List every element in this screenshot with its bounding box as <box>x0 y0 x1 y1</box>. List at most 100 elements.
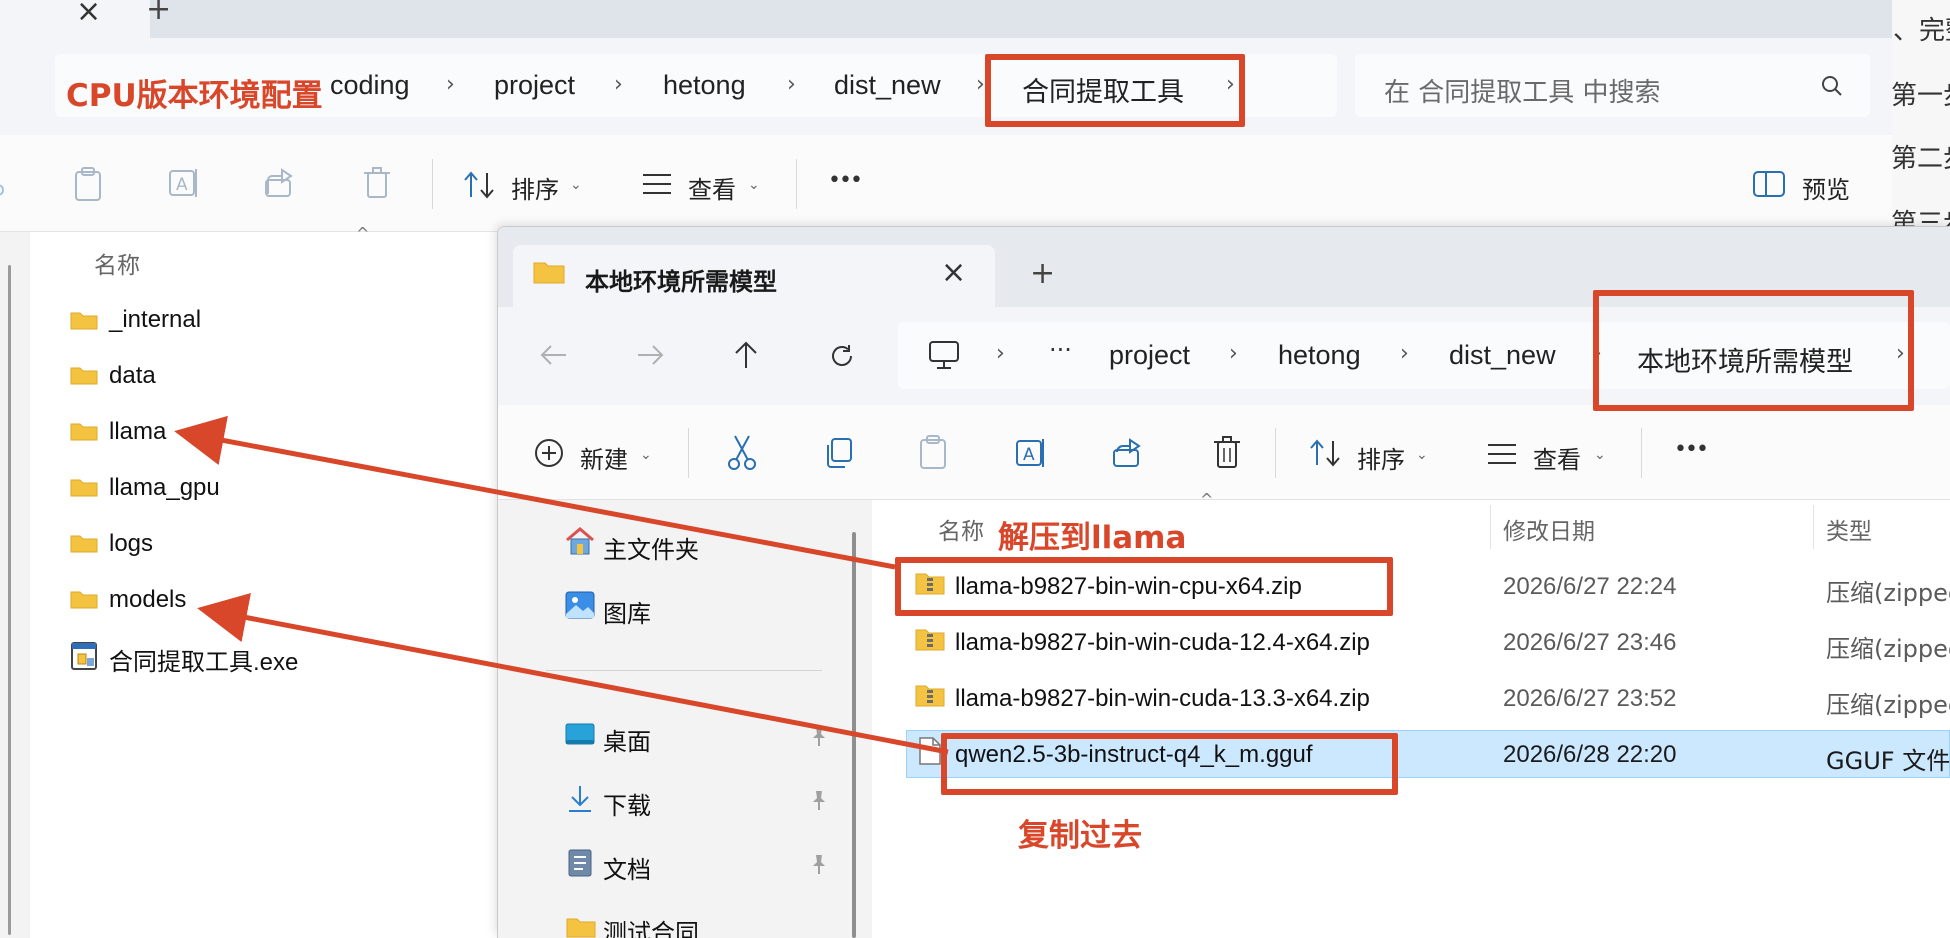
chevron-right-icon: › <box>787 72 796 97</box>
sort-ascending-icon: ^ <box>356 224 370 243</box>
folder-icon <box>70 367 98 385</box>
front-sort-button[interactable]: 排序 <box>1357 440 1405 475</box>
paste-icon[interactable] <box>917 434 949 470</box>
svg-text:A: A <box>1023 445 1035 465</box>
column-header-type[interactable]: 类型 <box>1826 512 1872 546</box>
background-doc-line: 、完整 <box>1893 16 1950 46</box>
back-breadcrumb-hetong[interactable]: hetong <box>663 70 746 101</box>
back-item-llama-gpu[interactable]: llama_gpu <box>109 474 220 502</box>
folder-icon <box>70 535 98 553</box>
paste-icon[interactable] <box>72 166 104 202</box>
back-search-placeholder: 在 合同提取工具 中搜索 <box>1384 78 1661 108</box>
new-plus-icon <box>535 439 563 467</box>
breadcrumb-ellipsis-button[interactable]: ··· <box>1049 336 1072 364</box>
file-date: 2026/6/27 22:24 <box>1503 573 1677 600</box>
sort-ascending-icon: ^ <box>1200 490 1214 509</box>
file-type: 压缩(zipped <box>1826 579 1950 607</box>
file-name[interactable]: llama-b9827-bin-win-cuda-13.3-x64.zip <box>955 685 1370 713</box>
nav-item-documents[interactable]: 文档 <box>603 850 651 885</box>
pin-icon[interactable] <box>809 789 829 811</box>
back-view-button[interactable]: 查看 <box>688 170 736 205</box>
chevron-right-icon: › <box>996 341 1005 366</box>
back-active-tab[interactable] <box>0 0 150 38</box>
back-tab-strip <box>0 0 1892 38</box>
chevron-right-icon: › <box>614 72 623 97</box>
annotation-box-current-folder <box>985 54 1245 127</box>
preview-pane-icon <box>1753 171 1785 197</box>
svg-text:A: A <box>176 175 188 195</box>
back-new-tab-button[interactable]: + <box>146 0 171 27</box>
chevron-down-icon: ⌄ <box>748 177 760 193</box>
cut-icon[interactable] <box>726 434 758 472</box>
back-breadcrumb-coding[interactable]: coding <box>330 70 410 101</box>
delete-icon[interactable] <box>1212 434 1242 470</box>
share-icon[interactable] <box>263 166 297 200</box>
back-item-data[interactable]: data <box>109 362 156 390</box>
folder-icon <box>566 918 596 938</box>
column-header-name[interactable]: 名称 <box>938 512 984 546</box>
back-item-logs[interactable]: logs <box>109 530 153 558</box>
annotation-title: CPU版本环境配置 <box>66 78 323 114</box>
cut-icon[interactable] <box>0 168 12 198</box>
nav-item-gallery[interactable]: 图库 <box>603 594 651 629</box>
back-item-exe[interactable]: 合同提取工具.exe <box>109 642 298 677</box>
toolbar-separator <box>1275 428 1276 478</box>
front-more-options-button[interactable]: ••• <box>1674 437 1709 462</box>
back-arrow-icon[interactable] <box>540 343 568 367</box>
toolbar-separator <box>432 159 433 209</box>
rename-icon[interactable]: A <box>167 166 201 200</box>
column-header-date[interactable]: 修改日期 <box>1503 512 1595 546</box>
home-icon <box>566 527 594 555</box>
back-item-models[interactable]: models <box>109 586 186 614</box>
up-arrow-icon[interactable] <box>733 340 759 370</box>
documents-icon <box>568 849 592 877</box>
back-tab-close-icon[interactable]: × <box>76 0 101 29</box>
chevron-right-icon: › <box>1400 341 1409 366</box>
folder-icon <box>533 262 565 284</box>
annotation-box-model-folder <box>1593 290 1914 411</box>
nav-item-test-contracts[interactable]: 测试合同 <box>603 913 699 938</box>
forward-arrow-icon[interactable] <box>636 343 664 367</box>
front-new-tab-button[interactable]: + <box>1030 256 1055 291</box>
pin-icon[interactable] <box>809 725 829 747</box>
refresh-icon[interactable] <box>828 342 856 370</box>
front-nav-scrollbar[interactable] <box>852 532 856 938</box>
nav-item-desktop[interactable]: 桌面 <box>603 722 651 757</box>
column-separator[interactable] <box>1490 505 1491 549</box>
front-view-button[interactable]: 查看 <box>1533 440 1581 475</box>
pin-icon[interactable] <box>809 853 829 875</box>
share-icon[interactable] <box>1111 436 1145 470</box>
column-separator[interactable] <box>1813 505 1814 549</box>
chevron-down-icon: ⌄ <box>570 177 582 193</box>
back-column-name-header[interactable]: 名称 <box>94 246 140 280</box>
back-preview-button[interactable]: 预览 <box>1802 170 1850 205</box>
back-breadcrumb-project[interactable]: project <box>494 70 575 101</box>
file-name[interactable]: llama-b9827-bin-win-cuda-12.4-x64.zip <box>955 629 1370 657</box>
file-type: GGUF 文件 <box>1826 747 1950 775</box>
computer-icon[interactable] <box>928 340 960 370</box>
toolbar-separator <box>688 428 689 478</box>
nav-item-downloads[interactable]: 下载 <box>603 786 651 821</box>
back-more-options-button[interactable]: ••• <box>828 168 863 193</box>
back-item-internal[interactable]: _internal <box>109 306 201 334</box>
copy-icon[interactable] <box>822 436 854 470</box>
back-breadcrumb-dist-new[interactable]: dist_new <box>834 70 941 101</box>
rename-icon[interactable]: A <box>1014 436 1048 470</box>
back-sort-button[interactable]: 排序 <box>511 170 559 205</box>
front-tab-close-icon[interactable]: × <box>941 255 966 290</box>
file-icon <box>919 737 941 765</box>
folder-icon <box>70 423 98 441</box>
front-breadcrumb-hetong[interactable]: hetong <box>1278 340 1361 371</box>
sort-icon <box>1310 439 1340 467</box>
annotation-copy: 复制过去 <box>1018 818 1142 854</box>
delete-icon[interactable] <box>362 166 392 200</box>
search-icon[interactable] <box>1820 74 1844 98</box>
front-breadcrumb-project[interactable]: project <box>1109 340 1190 371</box>
folder-icon <box>70 591 98 609</box>
nav-item-home[interactable]: 主文件夹 <box>603 530 699 565</box>
front-breadcrumb-dist-new[interactable]: dist_new <box>1449 340 1556 371</box>
back-item-llama[interactable]: llama <box>109 418 166 446</box>
back-nav-scrollbar[interactable] <box>8 265 11 935</box>
chevron-right-icon: › <box>1229 341 1238 366</box>
new-button[interactable]: 新建 <box>580 440 628 475</box>
